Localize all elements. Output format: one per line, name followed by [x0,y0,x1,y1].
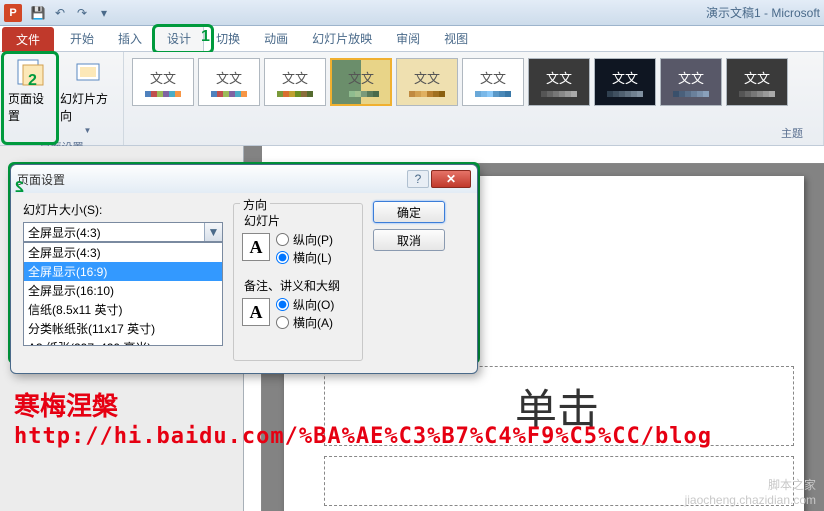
slide-size-label: 幻灯片大小(S): [23,201,223,218]
watermark-l1: 脚本之家 [685,476,816,493]
notes-landscape-label: 横向(A) [293,314,333,331]
dialog-orientation-column: 方向 幻灯片 A 纵向(P) 横向(L) 备注、讲义和大纲 A 纵向(O) 横向… [233,201,363,361]
notes-portrait-label: 纵向(O) [293,296,334,313]
theme-thumb[interactable]: 文文 [132,58,194,106]
tab-file[interactable]: 文件 [2,27,54,52]
title-bar: P 💾 ↶ ↷ ▾ 演示文稿1 - Microsoft [0,0,824,26]
slides-landscape-radio[interactable] [276,251,289,264]
slides-portrait-radio[interactable] [276,233,289,246]
overlay-author: 寒梅涅槃 [14,386,118,423]
dialog-size-column: 幻灯片大小(S): 全屏显示(4:3) ▼ 全屏显示(4:3)全屏显示(16:9… [23,201,223,361]
combo-arrow-icon[interactable]: ▼ [204,223,222,241]
watermark: 脚本之家 jiaocheng.chazidian.com [685,476,816,507]
landscape-icon: A [242,233,270,261]
themes-group-label: 主题 [781,123,803,143]
dialog-title: 页面设置 [17,171,65,188]
combo-value: 全屏显示(4:3) [28,224,101,241]
cancel-button[interactable]: 取消 [373,229,445,251]
notes-orientation-label: 备注、讲义和大纲 [244,277,354,294]
slides-orientation-label: 幻灯片 [244,212,354,229]
slide-size-combo[interactable]: 全屏显示(4:3) ▼ [23,222,223,242]
portrait-icon: A [242,298,270,326]
annotation-1: 1 [201,28,210,46]
dialog-titlebar[interactable]: 页面设置 ? ✕ 2 [11,165,477,193]
qat-customize-icon[interactable]: ▾ [94,3,114,23]
orientation-icon [72,56,104,88]
tab-transitions[interactable]: 切换 [204,26,252,51]
theme-thumb[interactable]: 文文 [396,58,458,106]
list-item[interactable]: 全屏显示(4:3) [24,243,222,262]
list-item[interactable]: 全屏显示(16:10) [24,281,222,300]
dropdown-icon: ▼ [84,126,92,135]
theme-thumb[interactable]: 文文 [726,58,788,106]
tab-design-label: 设计 [167,32,191,46]
notes-portrait-radio[interactable] [276,298,289,311]
theme-thumb[interactable]: 文文 [330,58,392,106]
window-title: 演示文稿1 - Microsoft [706,4,820,21]
slides-portrait-label: 纵向(P) [293,231,333,248]
orientation-frame: 方向 幻灯片 A 纵向(P) 横向(L) 备注、讲义和大纲 A 纵向(O) 横向… [233,203,363,361]
save-icon[interactable]: 💾 [28,3,48,23]
list-item[interactable]: 分类帐纸张(11x17 英寸) [24,319,222,338]
redo-icon[interactable]: ↷ [72,3,92,23]
theme-thumb[interactable]: 文文 [462,58,524,106]
theme-thumb[interactable]: 文文 [660,58,722,106]
orientation-label: 幻灯片方向 [60,90,115,124]
ribbon-body: 页面设置 幻灯片方向 ▼ 页面设置 文文文文文文文文文文文文文文文文文文文文 主… [0,52,824,146]
page-setup-label: 页面设置 [8,90,52,124]
slide-size-listbox[interactable]: 全屏显示(4:3)全屏显示(16:9)全屏显示(16:10)信纸(8.5x11 … [23,242,223,346]
tab-slideshow[interactable]: 幻灯片放映 [300,26,384,51]
dialog-close-button[interactable]: ✕ [431,170,471,188]
annotation-2: 2 [28,72,37,90]
tab-design[interactable]: 设计 [154,25,204,52]
annotation-dialog-2: 2 [15,179,24,197]
slides-landscape-label: 横向(L) [293,249,332,266]
theme-thumb[interactable]: 文文 [528,58,590,106]
theme-thumb[interactable]: 文文 [594,58,656,106]
tab-home[interactable]: 开始 [58,26,106,51]
quick-access-toolbar: 💾 ↶ ↷ ▾ [28,3,114,23]
notes-landscape-radio[interactable] [276,316,289,329]
overlay-url: http://hi.baidu.com/%BA%AE%C3%B7%C4%F9%C… [14,424,712,449]
ok-button[interactable]: 确定 [373,201,445,223]
page-setup-button[interactable]: 页面设置 [4,54,56,137]
themes-gallery[interactable]: 文文文文文文文文文文文文文文文文文文文文 [128,54,819,110]
dialog-body: 幻灯片大小(S): 全屏显示(4:3) ▼ 全屏显示(4:3)全屏显示(16:9… [11,193,477,373]
theme-thumb[interactable]: 文文 [264,58,326,106]
app-badge-icon[interactable]: P [4,4,22,22]
theme-thumb[interactable]: 文文 [198,58,260,106]
tab-insert[interactable]: 插入 [106,26,154,51]
orientation-frame-label: 方向 [240,196,270,213]
tab-view[interactable]: 视图 [432,26,480,51]
ribbon-tabs: 文件 开始 插入 设计 切换 动画 幻灯片放映 审阅 视图 [0,26,824,52]
list-item[interactable]: A3 纸张(297x420 毫米) [24,338,222,346]
list-item[interactable]: 全屏显示(16:9) [24,262,222,281]
group-page-setup: 页面设置 幻灯片方向 ▼ 页面设置 [0,52,124,145]
tab-animations[interactable]: 动画 [252,26,300,51]
dialog-buttons: 确定 取消 [373,201,445,361]
list-item[interactable]: 信纸(8.5x11 英寸) [24,300,222,319]
tab-review[interactable]: 审阅 [384,26,432,51]
page-setup-dialog: 页面设置 ? ✕ 2 幻灯片大小(S): 全屏显示(4:3) ▼ 全屏显示(4:… [10,164,478,374]
watermark-l2: jiaocheng.chazidian.com [685,493,816,507]
group-themes: 文文文文文文文文文文文文文文文文文文文文 主题 [124,52,824,145]
slide-orientation-button[interactable]: 幻灯片方向 ▼ [56,54,119,137]
horizontal-ruler [262,146,824,164]
undo-icon[interactable]: ↶ [50,3,70,23]
dialog-help-button[interactable]: ? [407,170,429,188]
